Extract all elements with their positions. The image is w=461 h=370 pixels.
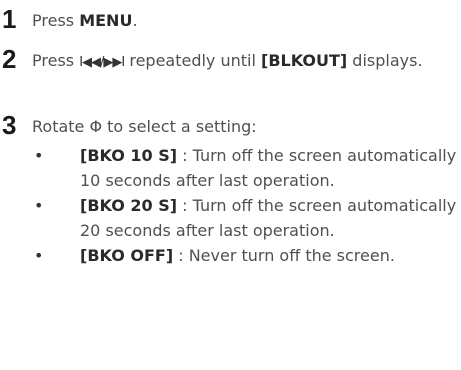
step-text-after: . xyxy=(132,11,138,30)
step-text-mid: repeatedly until xyxy=(124,51,262,70)
menu-button-label: MENU xyxy=(79,11,133,30)
option-label: [BKO 10 S] xyxy=(80,146,178,165)
option-bko-off: • [BKO OFF] : Never turn off the screen. xyxy=(34,243,459,268)
step-text-after: to select a setting: xyxy=(102,117,257,136)
option-bko-20s: • [BKO 20 S] : Turn off the screen autom… xyxy=(34,193,459,243)
option-bko-10s: • [BKO 10 S] : Turn off the screen autom… xyxy=(34,143,459,193)
volume-knob-icon: Φ xyxy=(89,117,103,136)
bullet-icon: • xyxy=(34,146,44,165)
step-number: 3 xyxy=(2,110,17,140)
step-text: Press MENU. xyxy=(32,8,459,33)
instruction-document: 1 Press MENU. 2 Press I◀◀/▶▶I repeatedly… xyxy=(0,0,461,370)
option-description: : Never turn off the screen. xyxy=(173,246,395,265)
bullet-icon: • xyxy=(34,246,44,265)
step-text-after: displays. xyxy=(347,51,423,70)
step-text-before: Press xyxy=(32,51,80,70)
step-text-before: Rotate xyxy=(32,117,90,136)
step-text: Press I◀◀/▶▶I repeatedly until [BLKOUT] … xyxy=(32,48,459,75)
step-text-before: Press xyxy=(32,11,80,30)
step-text: Rotate Φ to select a setting: xyxy=(32,114,459,139)
settings-option-list: • [BKO 10 S] : Turn off the screen autom… xyxy=(34,143,459,268)
step-number: 2 xyxy=(2,44,17,74)
option-label: [BKO 20 S] xyxy=(80,196,178,215)
blkout-option-label: [BLKOUT] xyxy=(261,51,348,70)
skip-buttons-icon: I◀◀/▶▶I xyxy=(79,55,125,70)
bullet-icon: • xyxy=(34,196,44,215)
option-label: [BKO OFF] xyxy=(80,246,174,265)
step-number: 1 xyxy=(2,4,17,34)
